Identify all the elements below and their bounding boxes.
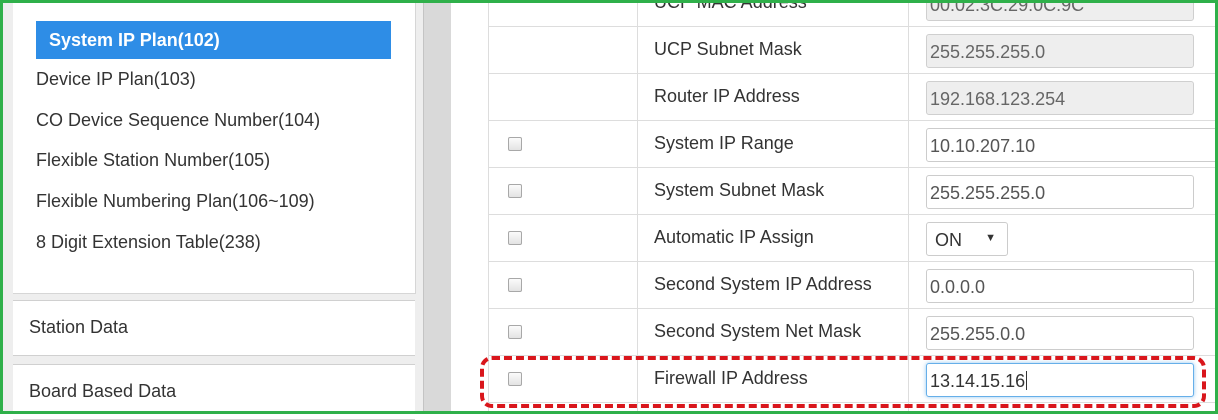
table-row: UCP MAC Address 00:02:3C:29:0C:9C [488, 0, 1215, 27]
firewall-ip-value: 13.14.15.16 [930, 371, 1026, 391]
system-subnet-mask-input[interactable]: 255.255.255.0 [926, 175, 1194, 209]
menu-item-flexible-numbering-plan[interactable]: Flexible Numbering Plan(106~109) [36, 182, 315, 220]
select-value: ON [935, 230, 962, 250]
row-label: UCP Subnet Mask [654, 39, 802, 59]
table-row: System Subnet Mask 255.255.255.0 [488, 168, 1215, 215]
router-ip-field: 192.168.123.254 [926, 81, 1194, 115]
automatic-ip-assign-select[interactable]: ON ▼ [926, 222, 1008, 256]
row-checkbox[interactable] [508, 372, 522, 386]
row-checkbox[interactable] [508, 325, 522, 339]
row-label: Second System IP Address [654, 274, 872, 294]
ucp-subnet-mask-field: 255.255.255.0 [926, 34, 1194, 68]
menu-item-system-ip-plan[interactable]: System IP Plan(102) [36, 21, 391, 59]
system-ip-range-start-input[interactable]: 10.10.207.10 [926, 128, 1218, 162]
row-checkbox[interactable] [508, 278, 522, 292]
menu-item-co-device-sequence[interactable]: CO Device Sequence Number(104) [36, 101, 320, 139]
ucp-mac-field: 00:02:3C:29:0C:9C [926, 0, 1194, 21]
menu-item-device-ip-plan[interactable]: Device IP Plan(103) [36, 60, 196, 98]
sidebar-divider [423, 3, 451, 411]
section-station-data[interactable]: Station Data [13, 300, 415, 356]
second-system-net-mask-input[interactable]: 255.255.0.0 [926, 316, 1194, 350]
table-row: Second System IP Address 0.0.0.0 [488, 262, 1215, 309]
text-caret [1026, 371, 1028, 390]
row-checkbox[interactable] [508, 231, 522, 245]
section-label: Station Data [29, 317, 129, 337]
settings-table: UCP MAC Address 00:02:3C:29:0C:9C UCP Su… [451, 0, 1218, 411]
row-label: Router IP Address [654, 86, 800, 106]
table-row: Firewall IP Address 13.14.15.16 [488, 356, 1215, 403]
triangle-down-icon: ▼ [985, 232, 996, 244]
row-checkbox[interactable] [508, 137, 522, 151]
row-label: Firewall IP Address [654, 368, 808, 388]
section-board-based-data[interactable]: Board Based Data [13, 364, 415, 420]
menu-item-8-digit-extension[interactable]: 8 Digit Extension Table(238) [36, 223, 261, 261]
table-row: Router IP Address 192.168.123.254 [488, 74, 1215, 121]
second-system-ip-input[interactable]: 0.0.0.0 [926, 269, 1194, 303]
row-label: Second System Net Mask [654, 321, 862, 341]
sidebar: System IP Plan(102) Device IP Plan(103) … [3, 3, 423, 420]
row-checkbox[interactable] [508, 184, 522, 198]
row-label: System IP Range [654, 133, 794, 153]
menu-item-flexible-station-number[interactable]: Flexible Station Number(105) [36, 141, 270, 179]
firewall-ip-input[interactable]: 13.14.15.16 [926, 363, 1194, 397]
row-label: Automatic IP Assign [654, 227, 814, 247]
submenu-panel: System IP Plan(102) Device IP Plan(103) … [13, 3, 416, 294]
table-row: UCP Subnet Mask 255.255.255.0 [488, 27, 1215, 74]
section-label: Board Based Data [29, 381, 177, 401]
table-row: Automatic IP Assign ON ▼ [488, 215, 1215, 262]
row-label: System Subnet Mask [654, 180, 825, 200]
row-label: UCP MAC Address [654, 0, 807, 12]
table-row: System IP Range 10.10.207.10 - [488, 121, 1218, 168]
table-row: Second System Net Mask 255.255.0.0 [488, 309, 1215, 356]
